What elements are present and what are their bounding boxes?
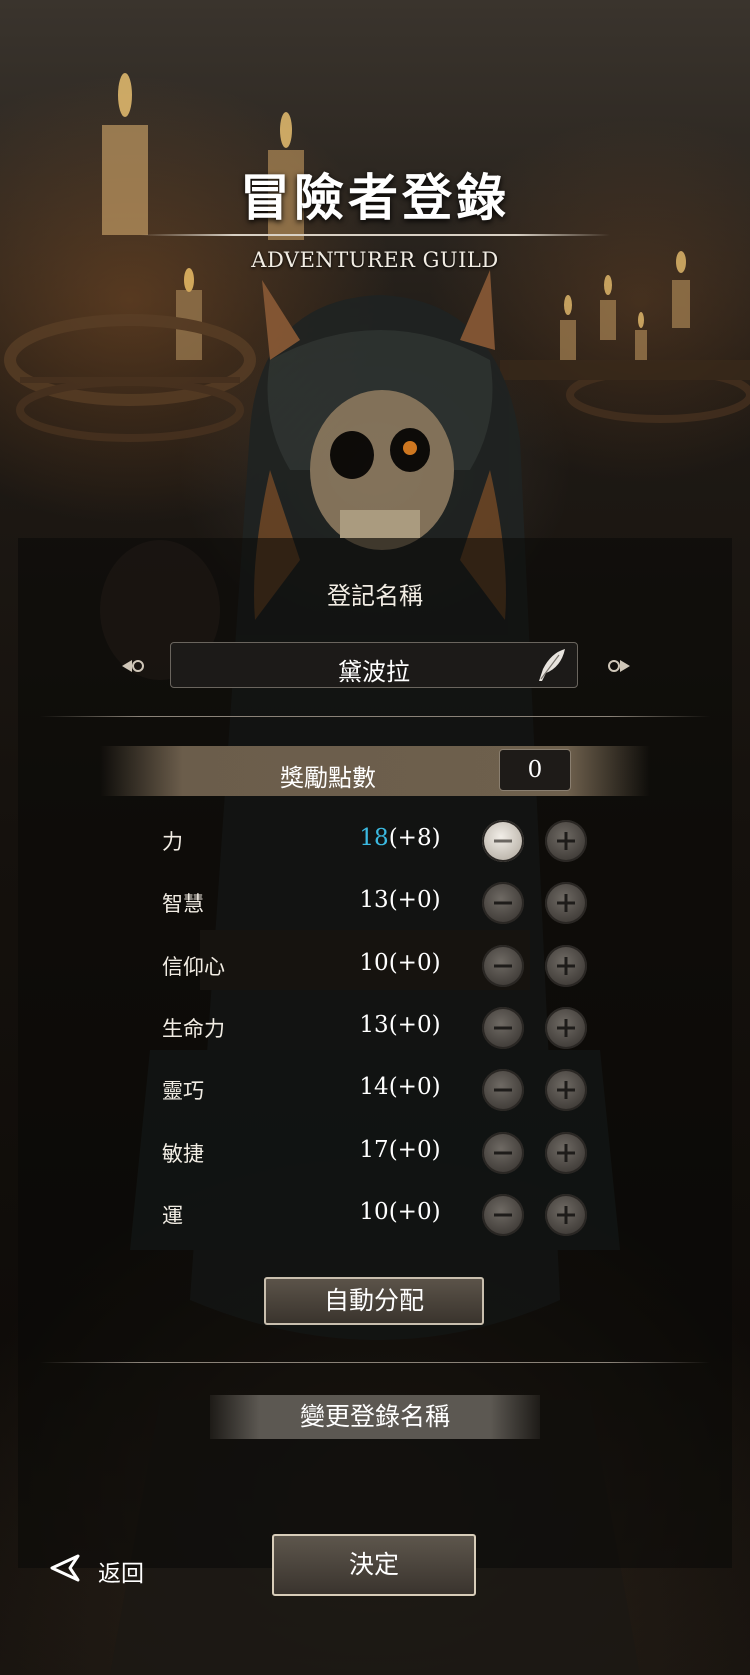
stat-minus-button[interactable] xyxy=(482,1069,524,1111)
left-ornament-icon xyxy=(122,660,144,672)
stat-name: 生命力 xyxy=(162,1017,225,1041)
stat-bonus-value: (+0) xyxy=(388,1199,441,1225)
plus-icon xyxy=(557,1019,575,1037)
bonus-points-value: 0 xyxy=(499,749,571,791)
back-label: 返回 xyxy=(98,1561,144,1587)
stat-value: 13(+0) xyxy=(340,1012,460,1038)
minus-icon xyxy=(494,1151,512,1155)
stat-base-value: 17 xyxy=(359,1137,389,1163)
stat-minus-button[interactable] xyxy=(482,1132,524,1174)
change-name-button[interactable]: 變更登錄名稱 xyxy=(210,1395,540,1439)
stat-name: 智慧 xyxy=(162,892,204,916)
stat-row: 靈巧 14(+0) xyxy=(0,1065,750,1115)
stat-base-value: 13 xyxy=(359,1012,389,1038)
stat-value: 18(+8) xyxy=(340,825,460,851)
stat-plus-button[interactable] xyxy=(545,820,587,862)
stat-row: 力 18(+8) xyxy=(0,816,750,866)
minus-icon xyxy=(494,1213,512,1217)
stat-bonus-value: (+0) xyxy=(388,1074,441,1100)
plus-icon xyxy=(557,832,575,850)
stat-value: 14(+0) xyxy=(340,1074,460,1100)
stat-plus-button[interactable] xyxy=(545,945,587,987)
stat-bonus-value: (+0) xyxy=(388,887,441,913)
stat-row: 信仰心 10(+0) xyxy=(0,941,750,991)
stat-bonus-value: (+8) xyxy=(388,825,441,851)
confirm-button[interactable]: 決定 xyxy=(272,1534,476,1596)
stat-value: 17(+0) xyxy=(340,1137,460,1163)
stat-plus-button[interactable] xyxy=(545,1132,587,1174)
quill-icon[interactable] xyxy=(531,645,571,685)
title-divider xyxy=(140,234,610,236)
stat-row: 生命力 13(+0) xyxy=(0,1003,750,1053)
stat-base-value: 10 xyxy=(359,1199,389,1225)
stat-base-value: 18 xyxy=(359,825,389,851)
minus-icon xyxy=(494,839,512,843)
minus-icon xyxy=(494,1026,512,1030)
stat-name: 敏捷 xyxy=(162,1142,204,1166)
stat-plus-button[interactable] xyxy=(545,882,587,924)
stat-base-value: 10 xyxy=(359,950,389,976)
bonus-points-label: 獎勵點數 xyxy=(280,764,376,792)
stat-bonus-value: (+0) xyxy=(388,1012,441,1038)
character-registration-screen: 冒險者登錄 ADVENTURER GUILD 登記名稱 黛波拉 獎勵點數 0 力… xyxy=(0,0,750,1675)
stat-name: 運 xyxy=(162,1204,183,1228)
stat-bonus-value: (+0) xyxy=(388,1137,441,1163)
section-divider xyxy=(40,716,710,717)
back-button[interactable]: 返回 xyxy=(48,1548,168,1588)
stat-base-value: 13 xyxy=(359,887,389,913)
section-divider xyxy=(40,1362,710,1363)
stat-minus-button[interactable] xyxy=(482,945,524,987)
minus-icon xyxy=(494,1088,512,1092)
stat-minus-button[interactable] xyxy=(482,882,524,924)
screen-title: 冒險者登錄 xyxy=(240,168,510,227)
plus-icon xyxy=(557,957,575,975)
stat-base-value: 14 xyxy=(359,1074,389,1100)
auto-assign-button[interactable]: 自動分配 xyxy=(264,1277,484,1325)
stat-bonus-value: (+0) xyxy=(388,950,441,976)
registration-name-field[interactable]: 黛波拉 xyxy=(170,642,578,688)
plus-icon xyxy=(557,1144,575,1162)
back-arrow-icon xyxy=(50,1554,80,1582)
stat-name: 信仰心 xyxy=(162,955,225,979)
screen-subtitle: ADVENTURER GUILD xyxy=(251,248,499,272)
stat-row: 智慧 13(+0) xyxy=(0,878,750,928)
stat-minus-button[interactable] xyxy=(482,820,524,862)
stat-value: 10(+0) xyxy=(340,1199,460,1225)
stat-value: 10(+0) xyxy=(340,950,460,976)
stat-name: 靈巧 xyxy=(162,1079,204,1103)
stat-value: 13(+0) xyxy=(340,887,460,913)
stat-plus-button[interactable] xyxy=(545,1194,587,1236)
registration-name-label: 登記名稱 xyxy=(327,582,423,610)
registration-name-value: 黛波拉 xyxy=(338,658,410,686)
stat-minus-button[interactable] xyxy=(482,1007,524,1049)
stat-minus-button[interactable] xyxy=(482,1194,524,1236)
right-chandelier xyxy=(500,251,750,423)
plus-icon xyxy=(557,1081,575,1099)
plus-icon xyxy=(557,1206,575,1224)
plus-icon xyxy=(557,894,575,912)
stat-name: 力 xyxy=(162,830,183,854)
stat-plus-button[interactable] xyxy=(545,1069,587,1111)
minus-icon xyxy=(494,901,512,905)
stat-row: 敏捷 17(+0) xyxy=(0,1128,750,1178)
right-ornament-icon xyxy=(608,660,630,672)
stat-row: 運 10(+0) xyxy=(0,1190,750,1240)
minus-icon xyxy=(494,964,512,968)
stat-plus-button[interactable] xyxy=(545,1007,587,1049)
